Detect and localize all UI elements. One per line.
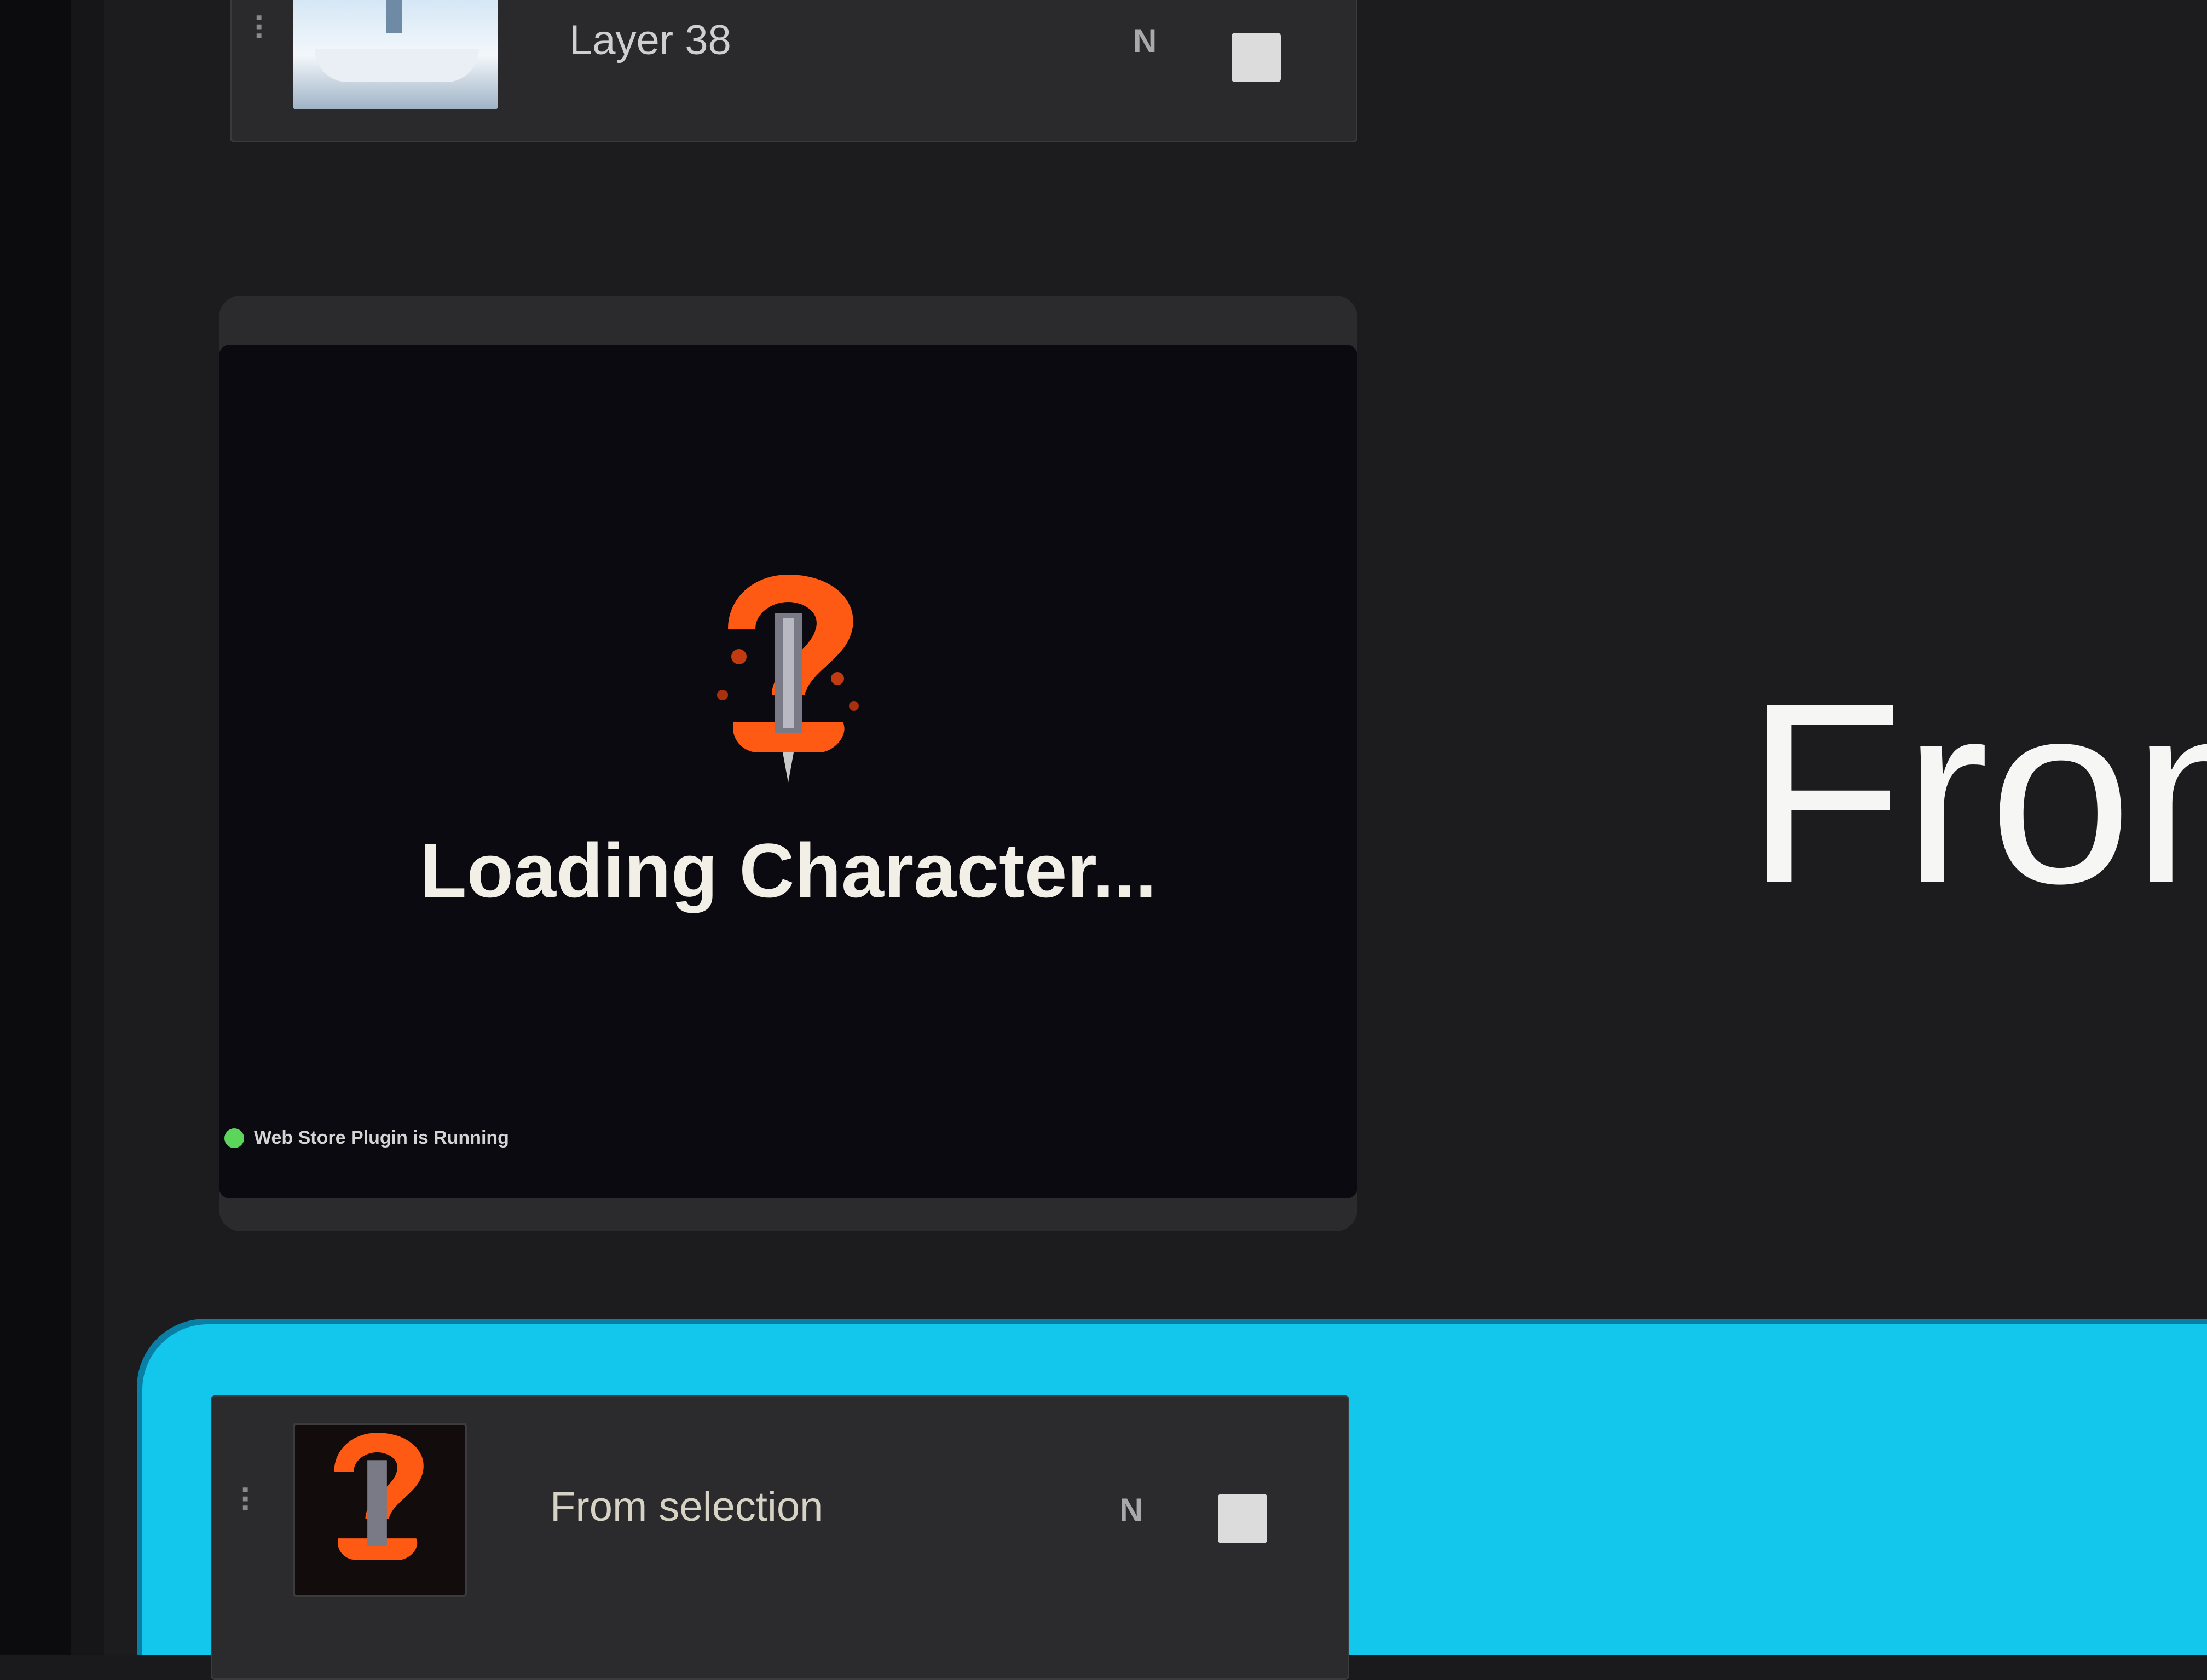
- blend-mode-label[interactable]: N: [1119, 1491, 1143, 1529]
- layer-name[interactable]: From selection: [550, 1483, 823, 1531]
- layer-row[interactable]: ⠇ Layer 38 N: [230, 0, 1357, 142]
- loading-message: Loading Character...: [420, 827, 1157, 913]
- preview-canvas: Loading Character... Web Store Plugin is…: [219, 345, 1357, 1198]
- thumbnail-hull: [315, 49, 479, 82]
- monitor-edge: [71, 0, 104, 1655]
- layer-thumbnail: [293, 1423, 467, 1597]
- status-line: Web Store Plugin is Running: [224, 1127, 509, 1149]
- status-dot-icon: [224, 1128, 244, 1148]
- layer-thumbnail: [293, 0, 498, 109]
- monitor-bezel: [0, 0, 71, 1655]
- blend-mode-label[interactable]: N: [1133, 22, 1157, 60]
- drag-handle-icon[interactable]: ⠇: [252, 11, 276, 49]
- visibility-icon[interactable]: [1232, 33, 1281, 82]
- loader-spinner-icon: [717, 575, 859, 783]
- layer-row-selected[interactable]: ⠇ From selection N: [211, 1395, 1349, 1680]
- status-text: Web Store Plugin is Running: [254, 1127, 509, 1148]
- layer-name[interactable]: Layer 38: [569, 16, 731, 64]
- loader-spinner-icon: [334, 1433, 424, 1560]
- drag-handle-icon[interactable]: ⠇: [238, 1483, 262, 1521]
- thumbnail-mast: [386, 0, 402, 33]
- visibility-icon[interactable]: [1218, 1494, 1267, 1543]
- preview-panel: Loading Character... Web Store Plugin is…: [219, 296, 1357, 1231]
- page-title: From: [1746, 650, 2207, 937]
